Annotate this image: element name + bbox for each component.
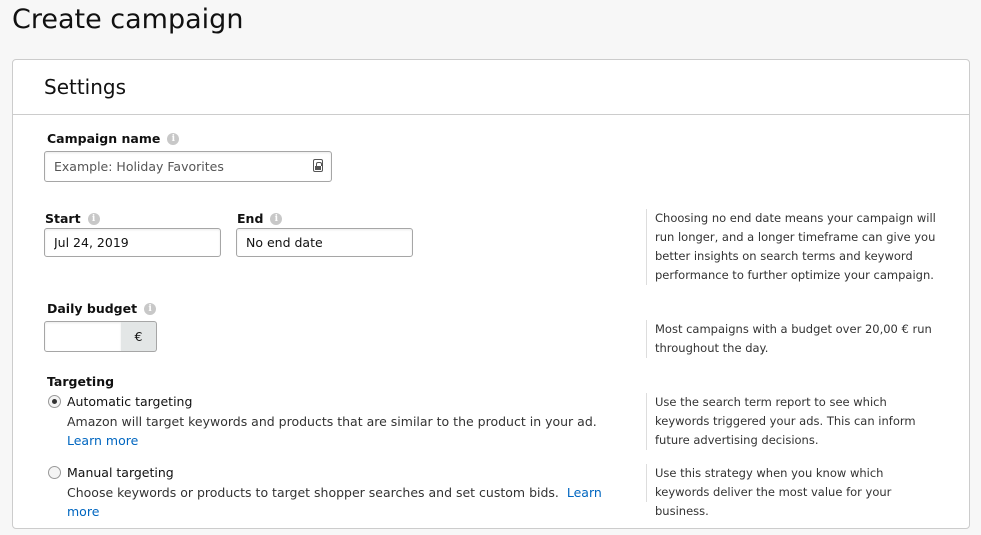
start-label-text: Start (45, 211, 81, 226)
info-icon[interactable]: i (144, 302, 157, 315)
manual-targeting-help: Use this strategy when you know which ke… (646, 464, 941, 518)
end-label: End i (237, 211, 283, 226)
settings-header: Settings (13, 60, 969, 115)
budget-help: Most campaigns with a budget over 20,00 … (646, 320, 941, 358)
info-icon[interactable]: i (87, 212, 100, 225)
campaign-name-label-text: Campaign name (47, 131, 161, 146)
manual-targeting-description: Choose keywords or products to target sh… (67, 483, 627, 521)
automatic-targeting-description: Amazon will target keywords and products… (67, 412, 627, 450)
currency-addon: € (121, 321, 157, 352)
campaign-name-input[interactable] (44, 151, 332, 182)
manual-targeting-radio[interactable] (48, 466, 61, 479)
manual-targeting-title[interactable]: Manual targeting (67, 465, 174, 480)
contact-card-icon[interactable] (313, 159, 323, 172)
start-label: Start i (45, 211, 100, 226)
daily-budget-input[interactable] (44, 321, 122, 352)
daily-budget-label: Daily budget i (47, 301, 157, 316)
settings-card: Settings Campaign name i Start i End i C… (12, 59, 970, 529)
campaign-name-label: Campaign name i (47, 131, 180, 146)
info-icon[interactable]: i (167, 132, 180, 145)
daily-budget-label-text: Daily budget (47, 301, 138, 316)
automatic-targeting-title[interactable]: Automatic targeting (67, 394, 192, 409)
manual-targeting-description-text: Choose keywords or products to target sh… (67, 485, 559, 500)
automatic-targeting-radio[interactable] (48, 395, 61, 408)
targeting-label: Targeting (47, 374, 114, 389)
page-title: Create campaign (12, 4, 244, 35)
start-date-input[interactable] (44, 228, 221, 257)
end-date-help: Choosing no end date means your campaign… (646, 209, 941, 285)
automatic-targeting-help: Use the search term report to see which … (646, 393, 941, 450)
targeting-label-text: Targeting (47, 374, 115, 389)
info-icon[interactable]: i (270, 212, 283, 225)
automatic-targeting-description-text: Amazon will target keywords and products… (67, 414, 597, 429)
settings-title: Settings (44, 75, 127, 99)
end-label-text: End (237, 211, 264, 226)
end-date-input[interactable] (236, 228, 413, 257)
automatic-learn-more-link[interactable]: Learn more (67, 433, 138, 448)
